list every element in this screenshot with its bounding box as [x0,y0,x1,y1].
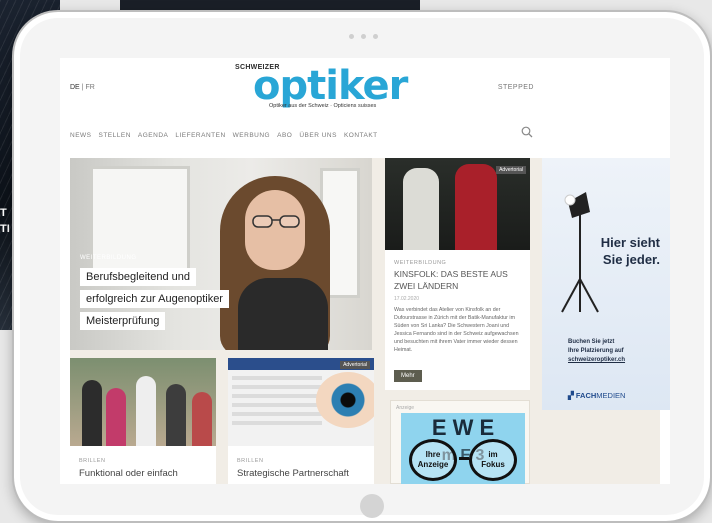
content-area: WEITERBILDUNG Berufsbegleitend und erfol… [70,158,670,484]
nav-news[interactable]: NEWS [70,132,92,139]
lens-left: Ihre Anzeige [409,439,457,481]
nav-stellen[interactable]: STELLEN [99,132,131,139]
nav-werbung[interactable]: WERBUNG [233,132,270,139]
lang-de[interactable]: DE [70,84,80,91]
main-nav: NEWS STELLEN AGENDA LIEFERANTEN WERBUNG … [70,132,378,139]
ad-headline: Hier sieht Sie jeder. [600,235,660,267]
home-button[interactable] [360,494,384,518]
hero-photo-person [245,190,305,270]
site-logo[interactable]: SCHWEIZER optiker Optiker aus der Schwei… [235,64,408,112]
eye-icon [316,372,374,428]
camera-dots [349,34,378,39]
lang-fr[interactable]: FR [85,84,94,91]
article-card-brillen-2[interactable]: Advertorial BRILLEN Strategische Partner… [228,358,374,484]
tablet-frame: DE | FR SCHWEIZER optiker Optiker aus de… [12,10,712,523]
card-title[interactable]: KINSFOLK: DAS BESTE AUS ZWEI LÄNDERN [394,268,524,292]
eye-chart: E W E m E 3 Ihre Anzeige im Fokus [401,413,525,484]
hero-title[interactable]: Berufsbegleitend und erfolgreich zur Aug… [80,266,250,332]
glasses-icon [252,215,300,228]
hero-article[interactable]: WEITERBILDUNG Berufsbegleitend und erfol… [70,158,372,350]
advertorial-badge: Advertorial [340,361,370,369]
article-card-kinsfolk[interactable]: Advertorial WEITERBILDUNG KINSFOLK: DAS … [385,158,530,390]
card-category: WEITERBILDUNG [394,260,447,266]
ad-label: Anzeige [396,405,415,411]
more-button[interactable]: Mehr [394,370,422,382]
ad-subtext: Buchen Sie jetzt Ihre Platzierung auf sc… [568,339,626,363]
advertorial-badge: Advertorial [496,166,526,174]
kinsfolk-photo: Advertorial [385,158,530,250]
website-screen: DE | FR SCHWEIZER optiker Optiker aus de… [60,58,670,484]
top-right-link[interactable]: STEPPED [498,84,534,91]
ad-link[interactable]: schweizeroptiker.ch [568,357,625,363]
nav-ueber-uns[interactable]: ÜBER UNS [299,132,337,139]
nav-kontakt[interactable]: KONTAKT [344,132,378,139]
runners-photo [70,358,216,446]
background-text: T TI [0,207,10,235]
nav-lieferanten[interactable]: LIEFERANTEN [175,132,225,139]
nav-abo[interactable]: ABO [277,132,292,139]
nav-agenda[interactable]: AGENDA [138,132,168,139]
card-title[interactable]: Funktional oder einfach [79,468,178,479]
card-date: 17.02.2020 [394,296,420,302]
language-switch[interactable]: DE | FR [70,84,95,91]
fachmedien-ad-banner[interactable]: Hier sieht Sie jeder. Buchen Sie jetzt I… [542,158,670,410]
card-category: BRILLEN [79,458,106,464]
card-title[interactable]: Strategische Partnerschaft [237,468,349,479]
card-category: BRILLEN [237,458,264,464]
article-card-brillen-1[interactable]: BRILLEN Funktional oder einfach [70,358,216,484]
software-eye-photo: Advertorial [228,358,374,446]
lens-right: im Fokus [469,439,517,481]
hero-category: WEITERBILDUNG [80,255,137,261]
fachmedien-logo: ▞ FACHMEDIEN [568,391,626,400]
ad-im-fokus[interactable]: Anzeige E W E m E 3 Ihre Anzeige im Fokus [390,400,530,484]
card-excerpt: Was verbindet das Atelier von Kinsfolk a… [394,307,519,353]
search-icon[interactable] [521,126,533,138]
